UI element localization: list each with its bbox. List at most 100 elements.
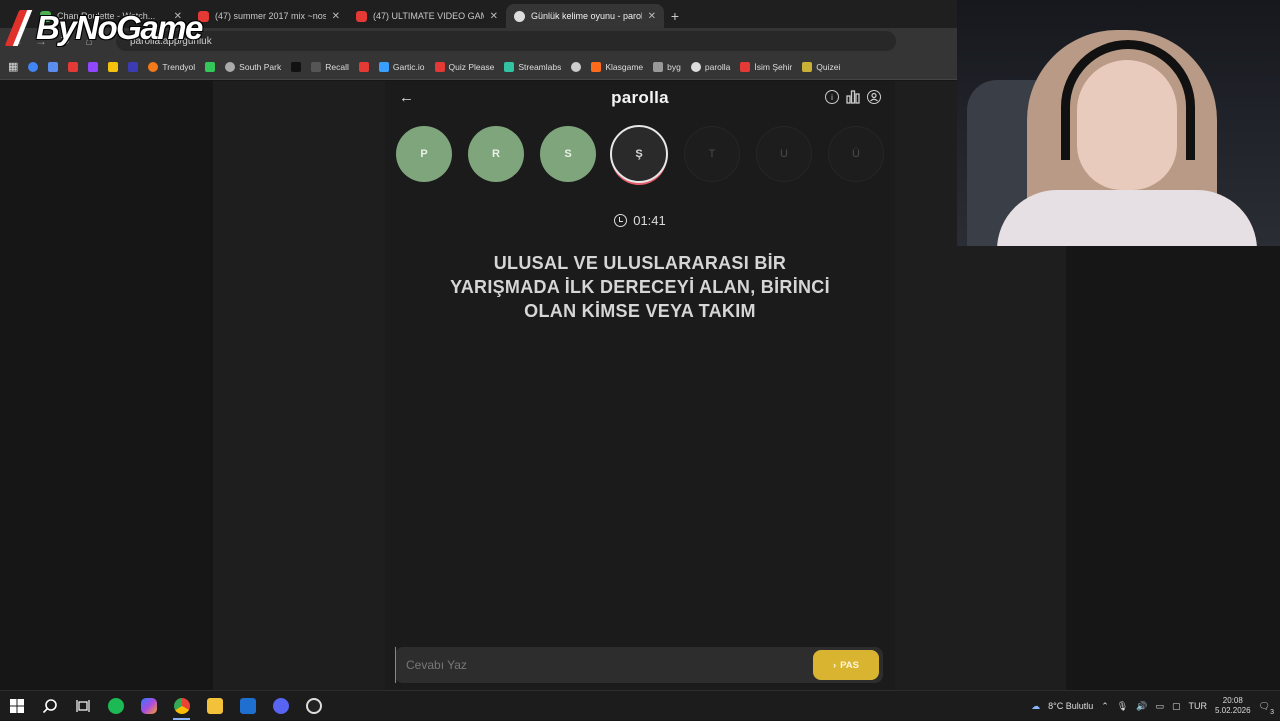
bookmark-trendyol[interactable]: Trendyol <box>148 61 196 72</box>
bookmark-icon <box>88 61 99 72</box>
bookmark-icon <box>128 61 139 72</box>
bookmark-label: Trendyol <box>162 61 196 72</box>
chevron-up-icon[interactable]: ⌃ <box>1101 701 1109 712</box>
bookmark-icon <box>148 61 159 72</box>
bookmark-0[interactable] <box>28 61 39 72</box>
back-arrow-icon[interactable]: ← <box>399 89 414 106</box>
bookmark-icon <box>591 61 602 72</box>
tab-favicon-icon <box>356 10 367 22</box>
windows-start-icon[interactable] <box>0 691 33 721</box>
address-bar[interactable]: parolla.app/gunluk <box>116 31 896 51</box>
bookmark-3[interactable] <box>88 61 99 72</box>
bookmark-icon <box>108 61 119 72</box>
letter-circle-u: U <box>756 126 812 182</box>
file-explorer-icon[interactable] <box>198 691 231 721</box>
pass-button[interactable]: › PAS <box>813 650 879 680</box>
app-logo[interactable]: parolla <box>611 88 669 108</box>
bookmark-streamlabs[interactable]: Streamlabs <box>504 61 562 72</box>
bookmark-klasgame[interactable]: Klasgame <box>591 61 644 72</box>
bookmark-15[interactable] <box>571 61 582 72</box>
clock-time: 20:08 <box>1222 696 1243 705</box>
bookmark-label: Gartic.io <box>392 61 425 72</box>
bookmark-icon <box>205 61 216 72</box>
bookmark-south-park[interactable]: South Park <box>225 61 281 72</box>
mail-icon[interactable] <box>231 691 264 721</box>
bookmark-label: Klasgame <box>605 61 644 72</box>
bookmark-label: byg <box>667 61 681 72</box>
parolla-app: ← parolla i P R S Ş T U Ü 01:41 ULUSAL V… <box>385 81 895 690</box>
bookmark-gartic[interactable]: Gartic.io <box>378 61 425 72</box>
bookmark-icon <box>802 61 813 72</box>
microphone-icon[interactable]: 🎙 <box>1117 701 1128 712</box>
clock-icon <box>614 214 628 227</box>
clock[interactable]: 20:08 5.02.2026 <box>1215 696 1251 716</box>
system-tray: ☁ 8°C Bulutlu ⌃ 🎙 🔊 ▭ ▢ TUR 20:08 5.02.2… <box>1031 691 1280 721</box>
windows-taskbar: ☁ 8°C Bulutlu ⌃ 🎙 🔊 ▭ ▢ TUR 20:08 5.02.2… <box>0 690 1280 720</box>
bookmark-7[interactable] <box>205 61 216 72</box>
task-view-icon[interactable] <box>66 691 99 721</box>
tab-2[interactable]: (47) ULTIMATE VIDEO GAME QUIZ ✕ <box>348 4 506 28</box>
bookmark-recall[interactable]: Recall <box>311 61 349 72</box>
notifications-icon[interactable]: 🗨 3 <box>1259 701 1274 716</box>
letter-circle-r: R <box>468 126 524 182</box>
bookmark-quizei[interactable]: Quizei <box>802 61 840 72</box>
apps-grid-icon[interactable]: ▦ <box>8 60 18 73</box>
bookmark-icon <box>504 61 515 72</box>
close-tab-icon[interactable]: ✕ <box>332 11 340 22</box>
bookmark-label: Streamlabs <box>518 61 562 72</box>
battery-icon[interactable]: ▢ <box>1172 701 1181 712</box>
network-icon[interactable]: ▭ <box>1155 701 1164 712</box>
tab-title: (47) summer 2017 mix ~nostalgic <box>215 11 326 21</box>
bookmark-x[interactable] <box>291 61 302 72</box>
speaker-icon[interactable]: 🔊 <box>1136 701 1147 712</box>
bookmark-11[interactable] <box>358 61 369 72</box>
bookmark-icon <box>225 61 236 72</box>
discord-icon[interactable] <box>264 691 297 721</box>
app-header: ← parolla i <box>385 81 895 115</box>
letter-circle-p: P <box>396 126 452 182</box>
tab-3-active[interactable]: Günlük kelime oyunu - parolla ✕ <box>506 4 664 28</box>
chevron-right-icon: › <box>832 659 837 671</box>
bookmark-byg[interactable]: byg <box>653 61 681 72</box>
stats-icon[interactable] <box>846 90 860 104</box>
bookmark-1[interactable] <box>48 61 59 72</box>
bookmark-icon <box>68 61 79 72</box>
timer-value: 01:41 <box>633 213 666 228</box>
new-tab-button[interactable]: + <box>664 4 686 28</box>
bookmarks-bar: ▦ Trendyol South Park Recall Gartic.io Q… <box>0 54 960 80</box>
search-icon[interactable] <box>33 691 66 721</box>
notification-count: 3 <box>1270 708 1274 716</box>
header-icons: i <box>825 90 881 104</box>
bookmark-icon <box>28 61 39 72</box>
bookmark-quiz-please[interactable]: Quiz Please <box>434 61 494 72</box>
bookmark-2[interactable] <box>68 61 79 72</box>
x-logo-icon <box>291 61 302 72</box>
profile-icon[interactable] <box>867 90 881 104</box>
bookmark-5[interactable] <box>128 61 139 72</box>
bookmark-label: parolla <box>704 61 731 72</box>
chrome-icon[interactable] <box>165 691 198 721</box>
bookmark-icon <box>48 61 59 72</box>
close-tab-icon[interactable]: ✕ <box>490 11 498 22</box>
bookmark-icon <box>740 61 751 72</box>
info-icon[interactable]: i <box>825 90 839 104</box>
bookmark-isim-sehir[interactable]: İsim Şehir <box>740 61 792 72</box>
obs-icon[interactable] <box>297 691 330 721</box>
bookmark-4[interactable] <box>108 61 119 72</box>
logo-text: ByNoGame <box>36 9 203 46</box>
weather-text[interactable]: 8°C Bulutlu <box>1048 701 1093 711</box>
tab-favicon-icon <box>514 10 525 22</box>
bookmark-icon <box>653 61 664 72</box>
spotify-icon[interactable] <box>99 691 132 721</box>
letter-circle-current: Ş <box>610 125 668 183</box>
close-tab-icon[interactable]: ✕ <box>648 11 656 22</box>
letter-circle-s: S <box>540 126 596 182</box>
answer-input[interactable] <box>395 647 813 683</box>
page-margin-right <box>1066 246 1280 690</box>
copilot-icon[interactable] <box>132 691 165 721</box>
youtube-icon <box>434 61 445 72</box>
question-text: ULUSAL VE ULUSLARARASI BİR YARIŞMADA İLK… <box>450 253 830 321</box>
bookmark-parolla[interactable]: parolla <box>690 61 731 72</box>
language-indicator[interactable]: TUR <box>1188 701 1207 711</box>
bookmark-icon <box>690 61 701 72</box>
